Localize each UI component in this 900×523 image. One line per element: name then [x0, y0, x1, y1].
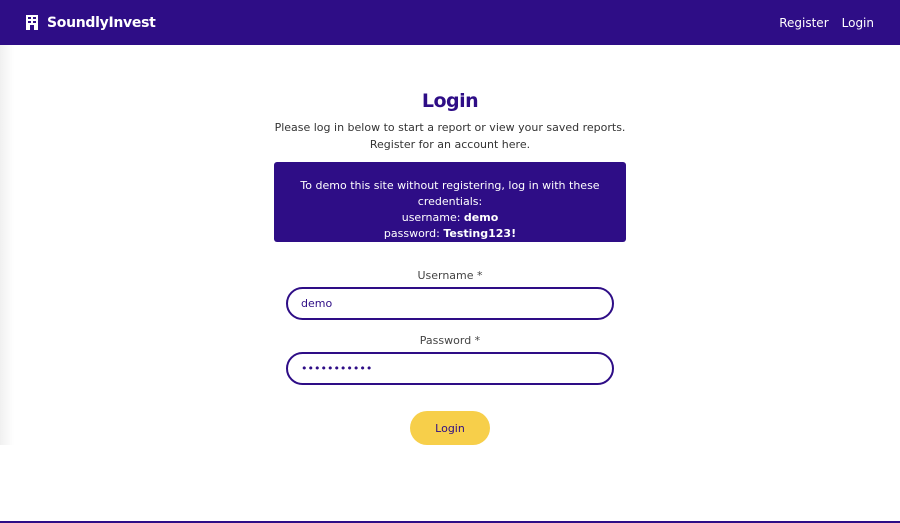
password-field[interactable]: [286, 352, 614, 385]
nav-register-link[interactable]: Register: [779, 16, 828, 30]
page-subtitle: Please log in below to start a report or…: [0, 119, 900, 153]
password-input[interactable]: [301, 362, 612, 375]
demo-username-value: demo: [463, 211, 499, 224]
demo-username-line: username: demo: [274, 210, 626, 226]
nav-links: Register Login: [779, 16, 874, 30]
top-navbar: SoundlyInvest Register Login: [0, 0, 900, 45]
register-link-line[interactable]: Register for an account here.: [0, 136, 900, 153]
login-page: Login Please log in below to start a rep…: [0, 45, 900, 522]
brand-name: SoundlyInvest: [47, 14, 156, 31]
username-field[interactable]: [286, 287, 614, 320]
subtitle-line: Please log in below to start a report or…: [274, 121, 626, 134]
demo-instructions: To demo this site without registering, l…: [300, 179, 600, 208]
username-label: Username *: [417, 269, 483, 282]
password-label: Password *: [419, 334, 481, 347]
building-icon: [26, 15, 38, 30]
username-input[interactable]: [301, 297, 612, 310]
demo-credentials-box: To demo this site without registering, l…: [274, 162, 626, 242]
demo-username-label: username:: [401, 211, 461, 224]
page-title: Login: [421, 90, 479, 112]
demo-password-line: password: Testing123!: [274, 226, 626, 242]
brand-link[interactable]: SoundlyInvest: [26, 15, 156, 31]
login-button[interactable]: Login: [410, 411, 490, 445]
nav-login-link[interactable]: Login: [842, 16, 874, 30]
demo-password-value: Testing123!: [443, 227, 517, 240]
demo-password-label: password:: [383, 227, 440, 240]
